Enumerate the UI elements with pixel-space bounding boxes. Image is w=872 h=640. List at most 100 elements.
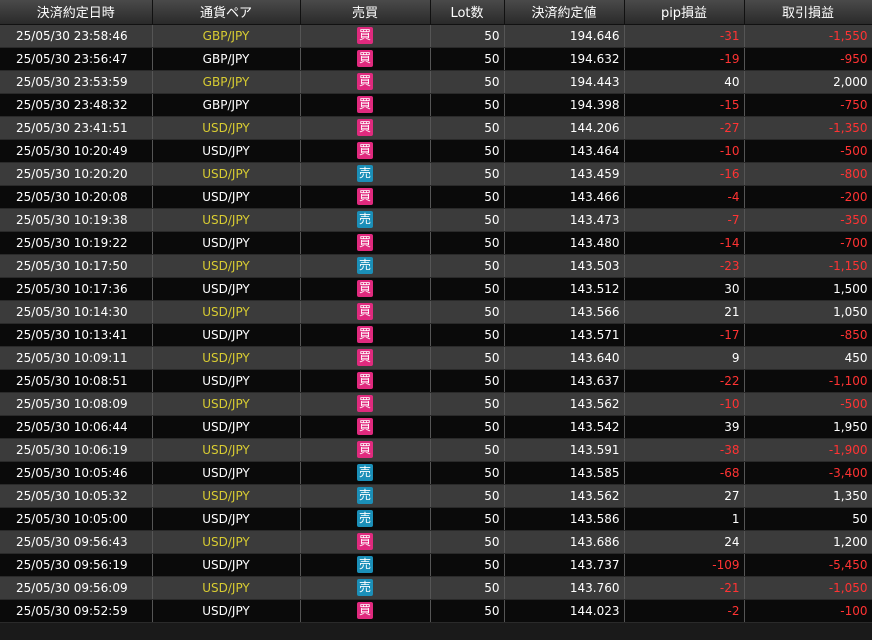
cell-lot: 50	[430, 507, 505, 531]
cell-datetime: 25/05/30 10:09:11	[0, 346, 153, 370]
cell-price: 143.503	[504, 254, 625, 278]
cell-datetime: 25/05/30 23:41:51	[0, 116, 153, 140]
cell-datetime: 25/05/30 10:20:08	[0, 185, 153, 209]
table-row[interactable]: 25/05/30 10:19:22 USD/JPY 買 50 143.480 -14 -70…	[0, 231, 872, 255]
cell-side: 売	[300, 507, 431, 531]
table-row[interactable]: 25/05/30 10:20:08 USD/JPY 買 50 143.466 -4 -200	[0, 185, 872, 209]
cell-pl: -700	[744, 231, 872, 255]
cell-price: 143.686	[504, 530, 625, 554]
table-row[interactable]: 25/05/30 23:58:46 GBP/JPY 買 50 194.646 -31 -1,…	[0, 24, 872, 48]
cell-side: 買	[300, 438, 431, 462]
table-row[interactable]: 25/05/30 09:52:59 USD/JPY 買 50 144.023 -2 -100	[0, 599, 872, 623]
buy-badge: 買	[357, 326, 373, 343]
buy-badge: 買	[357, 418, 373, 435]
cell-pair: USD/JPY	[152, 461, 301, 485]
table-row[interactable]: 25/05/30 10:05:46 USD/JPY 売 50 143.585 -68 -3,…	[0, 461, 872, 485]
table-row[interactable]: 25/05/30 10:05:32 USD/JPY 売 50 143.562 27 1,35…	[0, 484, 872, 508]
col-header-price[interactable]: 決済約定値	[504, 0, 625, 25]
cell-lot: 50	[430, 47, 505, 71]
table-row[interactable]: 25/05/30 23:48:32 GBP/JPY 買 50 194.398 -15 -75…	[0, 93, 872, 117]
cell-pip: 39	[624, 415, 745, 439]
cell-datetime: 25/05/30 09:56:43	[0, 530, 153, 554]
cell-pl: -750	[744, 93, 872, 117]
table-row[interactable]: 25/05/30 10:06:19 USD/JPY 買 50 143.591 -38 -1,…	[0, 438, 872, 462]
col-header-lot[interactable]: Lot数	[430, 0, 505, 25]
table-row[interactable]: 25/05/30 23:56:47 GBP/JPY 買 50 194.632 -19 -95…	[0, 47, 872, 71]
cell-pip: -2	[624, 599, 745, 623]
cell-datetime: 25/05/30 10:19:38	[0, 208, 153, 232]
col-header-pl[interactable]: 取引損益	[744, 0, 872, 25]
table-row[interactable]: 25/05/30 10:13:41 USD/JPY 買 50 143.571 -17 -85…	[0, 323, 872, 347]
cell-datetime: 25/05/30 10:05:00	[0, 507, 153, 531]
cell-side: 買	[300, 185, 431, 209]
table-row[interactable]: 25/05/30 10:17:50 USD/JPY 売 50 143.503 -23 -1,…	[0, 254, 872, 278]
cell-price: 143.586	[504, 507, 625, 531]
cell-datetime: 25/05/30 23:56:47	[0, 47, 153, 71]
cell-side: 買	[300, 346, 431, 370]
cell-price: 144.206	[504, 116, 625, 140]
table-row[interactable]: 25/05/30 10:20:49 USD/JPY 買 50 143.464 -10 -50…	[0, 139, 872, 163]
cell-datetime: 25/05/30 10:17:50	[0, 254, 153, 278]
table-row[interactable]: 25/05/30 10:17:36 USD/JPY 買 50 143.512 30 1,50…	[0, 277, 872, 301]
cell-side: 売	[300, 461, 431, 485]
cell-side: 買	[300, 599, 431, 623]
table-row[interactable]: 25/05/30 10:20:20 USD/JPY 売 50 143.459 -16 -80…	[0, 162, 872, 186]
cell-pip: 24	[624, 530, 745, 554]
cell-pl: 450	[744, 346, 872, 370]
cell-datetime: 25/05/30 10:05:46	[0, 461, 153, 485]
col-header-pip[interactable]: pip損益	[624, 0, 745, 25]
col-header-datetime[interactable]: 決済約定日時	[0, 0, 153, 25]
cell-pair: USD/JPY	[152, 185, 301, 209]
cell-pip: -17	[624, 323, 745, 347]
cell-pair: GBP/JPY	[152, 70, 301, 94]
cell-pip: -19	[624, 47, 745, 71]
cell-datetime: 25/05/30 10:08:09	[0, 392, 153, 416]
buy-badge: 買	[357, 96, 373, 113]
table-row[interactable]: 25/05/30 10:06:44 USD/JPY 買 50 143.542 39 1,95…	[0, 415, 872, 439]
table-row[interactable]: 25/05/30 10:05:00 USD/JPY 売 50 143.586 1 50	[0, 507, 872, 531]
cell-pair: USD/JPY	[152, 415, 301, 439]
cell-lot: 50	[430, 24, 505, 48]
cell-pl: -1,150	[744, 254, 872, 278]
buy-badge: 買	[357, 533, 373, 550]
cell-pair: GBP/JPY	[152, 93, 301, 117]
cell-pip: 21	[624, 300, 745, 324]
cell-datetime: 25/05/30 23:48:32	[0, 93, 153, 117]
cell-side: 売	[300, 162, 431, 186]
trade-history-table: 決済約定日時 通貨ペア 売買 Lot数 決済約定値 pip損益 取引損益 25/…	[0, 0, 872, 623]
cell-side: 買	[300, 70, 431, 94]
table-row[interactable]: 25/05/30 09:56:19 USD/JPY 売 50 143.737 -109 -5…	[0, 553, 872, 577]
table-row[interactable]: 25/05/30 10:09:11 USD/JPY 買 50 143.640 9 450	[0, 346, 872, 370]
cell-pip: -7	[624, 208, 745, 232]
horizontal-scrollbar[interactable]	[0, 622, 872, 640]
cell-pair: USD/JPY	[152, 254, 301, 278]
cell-side: 買	[300, 300, 431, 324]
cell-lot: 50	[430, 530, 505, 554]
cell-side: 売	[300, 576, 431, 600]
table-row[interactable]: 25/05/30 23:53:59 GBP/JPY 買 50 194.443 40 2,00…	[0, 70, 872, 94]
table-row[interactable]: 25/05/30 23:41:51 USD/JPY 買 50 144.206 -27 -1,…	[0, 116, 872, 140]
table-row[interactable]: 25/05/30 10:08:09 USD/JPY 買 50 143.562 -10 -50…	[0, 392, 872, 416]
table-row[interactable]: 25/05/30 10:08:51 USD/JPY 買 50 143.637 -22 -1,…	[0, 369, 872, 393]
col-header-side[interactable]: 売買	[300, 0, 431, 25]
cell-lot: 50	[430, 70, 505, 94]
table-row[interactable]: 25/05/30 09:56:09 USD/JPY 売 50 143.760 -21 -1,…	[0, 576, 872, 600]
table-row[interactable]: 25/05/30 09:56:43 USD/JPY 買 50 143.686 24 1,20…	[0, 530, 872, 554]
table-row[interactable]: 25/05/30 10:19:38 USD/JPY 売 50 143.473 -7 -350	[0, 208, 872, 232]
cell-lot: 50	[430, 277, 505, 301]
col-header-pair[interactable]: 通貨ペア	[152, 0, 301, 25]
buy-badge: 買	[357, 119, 373, 136]
cell-pair: USD/JPY	[152, 553, 301, 577]
cell-pair: USD/JPY	[152, 346, 301, 370]
cell-pip: -15	[624, 93, 745, 117]
cell-side: 買	[300, 530, 431, 554]
cell-datetime: 25/05/30 10:05:32	[0, 484, 153, 508]
cell-pair: USD/JPY	[152, 369, 301, 393]
buy-badge: 買	[357, 395, 373, 412]
buy-badge: 買	[357, 303, 373, 320]
cell-pl: -100	[744, 599, 872, 623]
cell-pl: -200	[744, 185, 872, 209]
sell-badge: 売	[357, 257, 373, 274]
table-row[interactable]: 25/05/30 10:14:30 USD/JPY 買 50 143.566 21 1,05…	[0, 300, 872, 324]
cell-pip: -4	[624, 185, 745, 209]
